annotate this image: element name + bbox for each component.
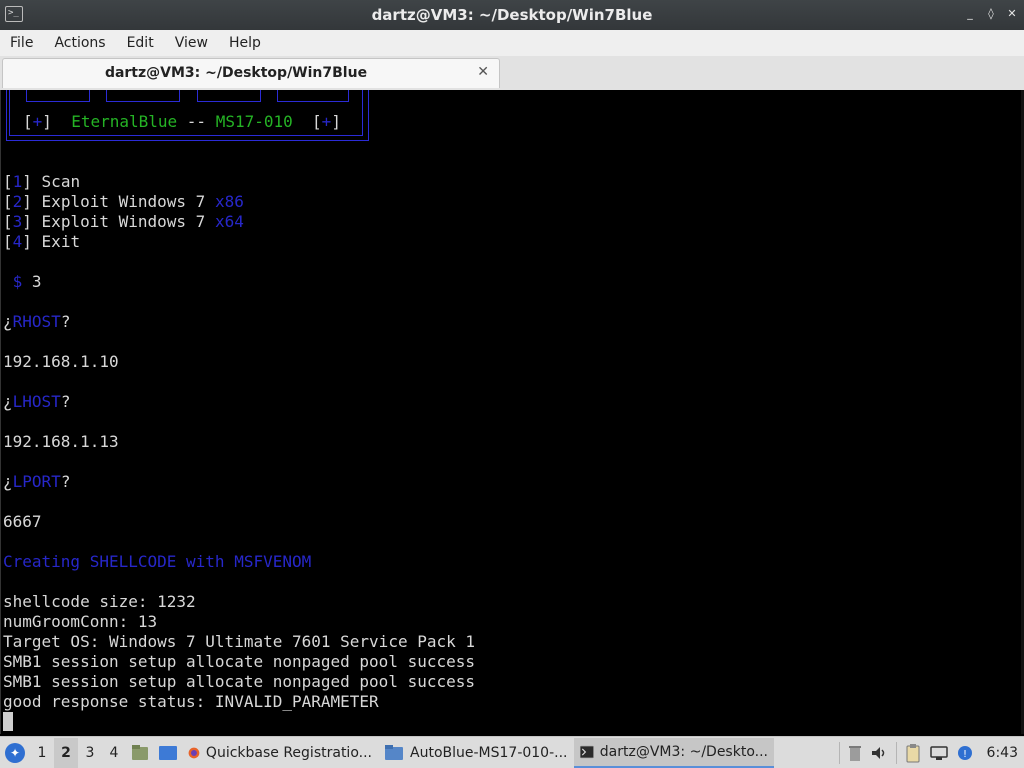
menu-option-exit: [4] Exit	[3, 232, 81, 251]
output-line: shellcode size: 1232	[3, 592, 196, 611]
terminal-cursor	[3, 712, 13, 731]
window-titlebar[interactable]: >_ dartz@VM3: ~/Desktop/Win7Blue _ ◊ ✕	[0, 0, 1024, 30]
tab-label: dartz@VM3: ~/Desktop/Win7Blue	[104, 65, 368, 81]
output-line: numGroomConn: 13	[3, 612, 158, 631]
output-line: Target OS: Windows 7 Ultimate 7601 Servi…	[3, 632, 476, 651]
lport-prompt: ¿LPORT?	[3, 472, 71, 491]
banner-deco	[197, 90, 261, 102]
clipboard-icon[interactable]	[905, 743, 921, 763]
trash-icon[interactable]	[848, 744, 862, 762]
maximize-button[interactable]: ◊	[985, 7, 997, 21]
workspace-1[interactable]: 1	[30, 745, 54, 761]
tray-separator	[838, 741, 840, 764]
menu-file[interactable]: File	[10, 35, 43, 51]
creating-shellcode-line: Creating SHELLCODE with MSFVENOM	[3, 552, 312, 571]
menu-option-scan: [1] Scan	[3, 172, 81, 191]
tab-bar: dartz@VM3: ~/Desktop/Win7Blue ✕	[0, 56, 1024, 90]
menu-edit[interactable]: Edit	[127, 35, 164, 51]
file-manager-launcher-icon[interactable]	[128, 742, 152, 764]
task-label: AutoBlue-MS17-010-...	[410, 744, 568, 761]
update-info-icon[interactable]: !	[957, 745, 973, 761]
output-line: good response status: INVALID_PARAMETER	[3, 692, 379, 711]
minimize-button[interactable]: _	[964, 7, 976, 21]
banner-deco	[277, 90, 349, 102]
firefox-icon	[188, 747, 200, 758]
workspace-4[interactable]: 4	[102, 745, 126, 761]
terminal-output[interactable]: [+] EternalBlue -- MS17-010 [+] [1] Scan…	[0, 90, 1022, 734]
menu-view[interactable]: View	[175, 35, 218, 51]
window-title: dartz@VM3: ~/Desktop/Win7Blue	[371, 6, 653, 24]
lhost-prompt: ¿LHOST?	[3, 392, 71, 411]
task-firefox[interactable]: Quickbase Registratio...	[182, 738, 378, 768]
clock[interactable]: 6:43	[987, 745, 1018, 761]
start-menu-button[interactable]: ✦	[0, 738, 30, 768]
output-line: SMB1 session setup allocate nonpaged poo…	[3, 652, 476, 671]
banner-line: [+] EternalBlue -- MS17-010 [+]	[23, 112, 341, 131]
banner-deco	[26, 90, 90, 102]
tab-close-icon[interactable]: ✕	[477, 64, 489, 80]
folder-icon	[385, 744, 403, 760]
prompt-line: $ 3	[12, 272, 42, 291]
rhost-prompt: ¿RHOST?	[3, 312, 71, 331]
menu-option-exploit-x86: [2] Exploit Windows 7 x86	[3, 192, 244, 211]
task-label: Quickbase Registratio...	[205, 744, 372, 761]
task-terminal[interactable]: dartz@VM3: ~/Deskto...	[574, 737, 774, 768]
workspace-2[interactable]: 2	[54, 737, 78, 768]
banner-deco	[106, 90, 180, 102]
menu-help[interactable]: Help	[229, 35, 271, 51]
svg-text:!: !	[963, 749, 967, 760]
output-line: SMB1 session setup allocate nonpaged poo…	[3, 672, 476, 691]
system-tray: ! 6:43	[838, 741, 1024, 764]
terminal-icon	[580, 745, 594, 758]
menu-bar: File Actions Edit View Help	[0, 30, 1024, 56]
task-label: dartz@VM3: ~/Deskto...	[599, 743, 768, 760]
volume-icon[interactable]	[870, 744, 888, 762]
terminal-tab[interactable]: dartz@VM3: ~/Desktop/Win7Blue ✕	[2, 58, 500, 88]
close-window-button[interactable]: ✕	[1006, 7, 1018, 21]
menu-actions[interactable]: Actions	[54, 35, 115, 51]
task-folder[interactable]: AutoBlue-MS17-010-...	[378, 738, 574, 768]
tray-separator	[895, 741, 897, 764]
lport-value: 6667	[3, 512, 42, 531]
start-menu-icon: ✦	[5, 742, 25, 763]
lhost-value: 192.168.1.13	[3, 432, 119, 451]
taskbar: ✦ 1 2 3 4 Quickbase Registratio... AutoB…	[0, 736, 1024, 768]
menu-option-exploit-x64: [3] Exploit Windows 7 x64	[3, 212, 244, 231]
workspace-3[interactable]: 3	[78, 745, 102, 761]
rhost-value: 192.168.1.10	[3, 352, 119, 371]
show-desktop-icon[interactable]	[156, 742, 180, 764]
network-icon[interactable]	[929, 744, 949, 762]
